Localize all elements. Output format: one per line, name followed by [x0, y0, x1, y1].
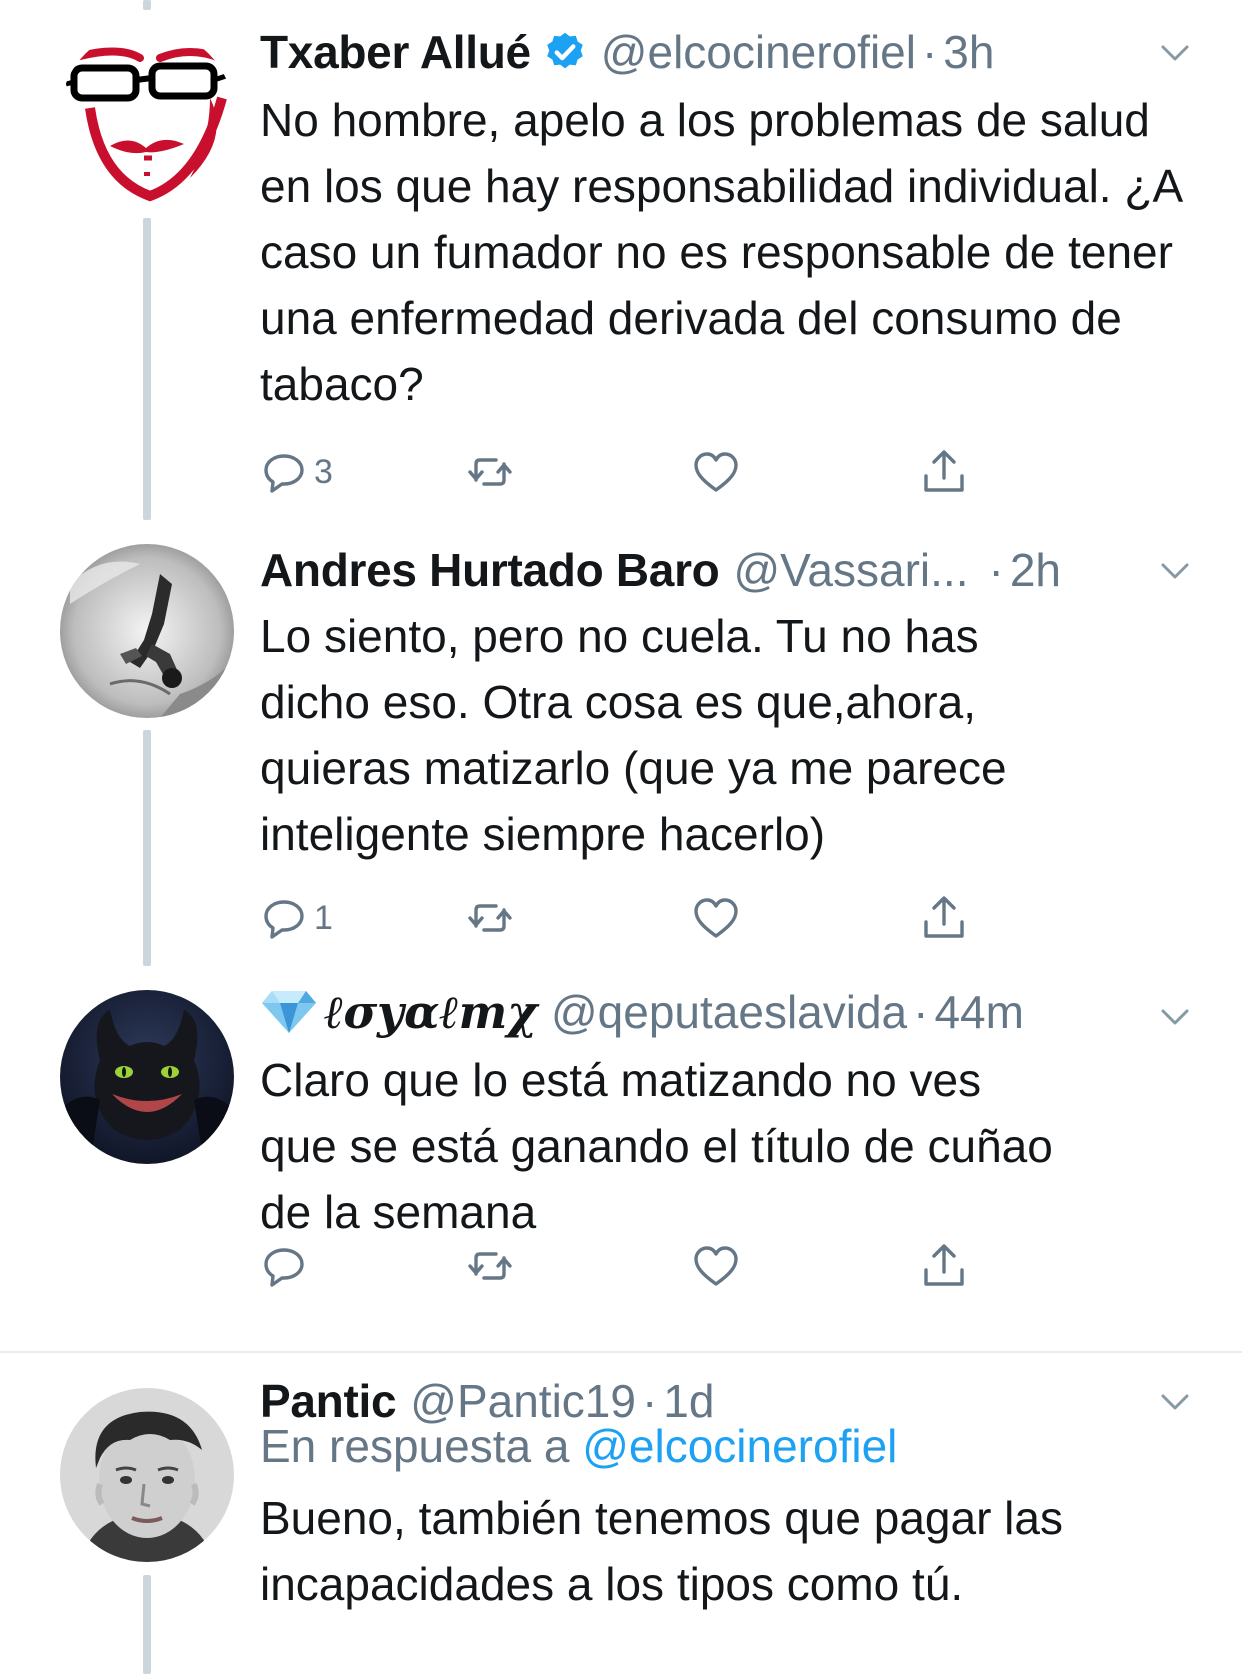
- share-button[interactable]: [920, 890, 968, 946]
- retweet-icon: [466, 1242, 514, 1290]
- user-handle[interactable]: @qeputaeslavida: [551, 985, 907, 1039]
- retweet-button[interactable]: [466, 444, 514, 500]
- chevron-down-icon[interactable]: [1158, 554, 1192, 588]
- avatar-andres[interactable]: [60, 544, 234, 718]
- verified-badge-icon: [543, 30, 587, 74]
- avatar-pantic[interactable]: [60, 1388, 234, 1562]
- separator-dot: ·: [913, 986, 929, 1038]
- tweet-actions: 1: [260, 890, 1060, 946]
- timestamp[interactable]: 3h: [943, 25, 994, 79]
- avatar-loyaltx[interactable]: [60, 990, 234, 1164]
- tweet-4[interactable]: Pantic @Pantic19 · 1d En respuesta a @el…: [0, 1353, 1242, 1674]
- tweet-text: No hombre, apelo a los problemas de salu…: [260, 94, 1181, 410]
- tweet-3[interactable]: ℓσуαℓтχ @qeputaeslavida · 44m Claro que …: [0, 966, 1242, 1352]
- heart-icon: [692, 894, 740, 942]
- retweet-icon: [466, 448, 514, 496]
- reply-to-mention-link[interactable]: @elcocinerofiel: [582, 1420, 897, 1472]
- heart-icon: [692, 448, 740, 496]
- display-name[interactable]: Txaber Allué: [260, 25, 531, 79]
- joker-face-avatar-image: [60, 28, 234, 202]
- chevron-down-icon[interactable]: [1158, 1000, 1192, 1034]
- separator-dot: ·: [921, 26, 938, 78]
- boy-portrait-avatar-image: [60, 1388, 234, 1562]
- tweet-header: ℓσуαℓтχ @qeputaeslavida · 44m: [260, 982, 1182, 1042]
- like-button[interactable]: [692, 890, 740, 946]
- chevron-down-icon[interactable]: [1158, 1385, 1192, 1419]
- reply-count: 1: [314, 898, 333, 937]
- reply-to-line: En respuesta a @elcocinerofiel: [260, 1413, 897, 1479]
- share-icon: [920, 894, 968, 942]
- heart-icon: [692, 1242, 740, 1290]
- separator-dot: ·: [988, 544, 1004, 596]
- thread-line: [143, 218, 151, 520]
- tweet-1[interactable]: Txaber Allué @elcocinerofiel · 3h No hom…: [0, 0, 1242, 520]
- reply-button[interactable]: [260, 1238, 314, 1294]
- tweet-actions: [260, 1238, 1060, 1294]
- display-name[interactable]: Andres Hurtado Baro: [260, 543, 720, 597]
- tweet-actions: 3: [260, 444, 1060, 500]
- user-handle[interactable]: @Vassari...: [733, 543, 968, 597]
- reply-count: 3: [314, 452, 333, 491]
- avatar-txaber[interactable]: [60, 28, 234, 202]
- reply-to-prefix: En respuesta a: [260, 1420, 583, 1472]
- retweet-button[interactable]: [466, 890, 514, 946]
- chevron-down-icon[interactable]: [1158, 36, 1192, 70]
- toothless-dragon-avatar-image: [60, 990, 234, 1164]
- tweet-text: Bueno, también tenemos que pagar las inc…: [260, 1492, 1063, 1610]
- thread-line: [143, 1575, 151, 1674]
- retweet-icon: [466, 894, 514, 942]
- share-button[interactable]: [920, 1238, 968, 1294]
- tweet-2[interactable]: Andres Hurtado Baro @Vassari... · 2h Lo …: [0, 520, 1242, 966]
- retweet-button[interactable]: [466, 1238, 514, 1294]
- timestamp[interactable]: 2h: [1010, 543, 1061, 597]
- reply-button[interactable]: 3: [260, 444, 333, 500]
- tweet-header: Andres Hurtado Baro @Vassari... · 2h: [260, 540, 1182, 600]
- diamond-emoji-icon: [260, 989, 318, 1035]
- reply-button[interactable]: 1: [260, 890, 333, 946]
- share-button[interactable]: [920, 444, 968, 500]
- share-icon: [920, 448, 968, 496]
- display-name[interactable]: ℓσуαℓтχ: [324, 985, 537, 1039]
- reply-icon: [260, 448, 308, 496]
- tweet-header: Txaber Allué @elcocinerofiel · 3h: [260, 22, 1182, 82]
- user-handle[interactable]: @elcocinerofiel: [601, 25, 916, 79]
- thread-line: [143, 730, 151, 966]
- reply-icon: [260, 1242, 308, 1290]
- timestamp[interactable]: 44m: [934, 985, 1023, 1039]
- share-icon: [920, 1242, 968, 1290]
- like-button[interactable]: [692, 1238, 740, 1294]
- like-button[interactable]: [692, 444, 740, 500]
- tweet-text: Claro que lo está matizando no ves que s…: [260, 1054, 1053, 1238]
- tweet-text: Lo siento, pero no cuela. Tu no has dich…: [260, 610, 1007, 860]
- diver-photo-avatar-image: [60, 544, 234, 718]
- reply-icon: [260, 894, 308, 942]
